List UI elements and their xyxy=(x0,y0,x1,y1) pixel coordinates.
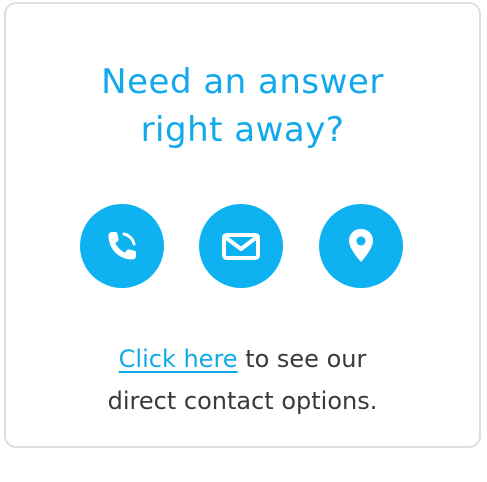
headline: Need an answer right away? xyxy=(6,58,479,154)
headline-line-2: right away? xyxy=(140,110,345,150)
envelope-icon xyxy=(222,233,260,260)
click-here-link[interactable]: Click here xyxy=(119,345,238,373)
contact-icons xyxy=(6,204,479,288)
description-line-2: direct contact options. xyxy=(107,387,378,415)
phone-button[interactable] xyxy=(80,204,164,288)
map-pin-icon xyxy=(349,229,373,262)
contact-card: Need an answer right away? Click here to… xyxy=(4,2,481,448)
phone-icon xyxy=(108,232,136,260)
headline-line-1: Need an answer xyxy=(101,62,384,102)
email-button[interactable] xyxy=(199,204,283,288)
description-text-1: to see our xyxy=(237,345,367,373)
description-line-1: Click here to see our xyxy=(6,338,479,380)
location-button[interactable] xyxy=(319,204,403,288)
contact-description: Click here to see our direct contact opt… xyxy=(6,338,479,422)
